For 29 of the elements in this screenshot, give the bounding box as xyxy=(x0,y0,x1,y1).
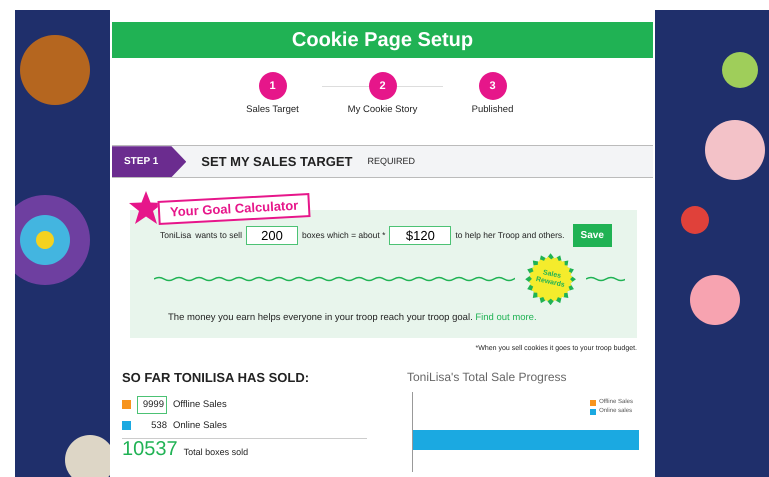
step-number[interactable]: 3 xyxy=(478,72,506,100)
step-number[interactable]: 2 xyxy=(368,72,396,100)
page-title: Cookie Page Setup xyxy=(112,22,653,58)
sales-label: Offline Sales xyxy=(173,398,227,412)
boxes-input[interactable]: 200 xyxy=(246,226,298,246)
calculator-text: to help her Troop and others. xyxy=(455,229,565,242)
step-number[interactable]: 1 xyxy=(258,72,286,100)
save-button[interactable]: Save xyxy=(572,224,612,248)
total-label: Total boxes sold xyxy=(184,446,248,459)
sales-label: Online Sales xyxy=(173,418,227,433)
info-sentence: The money you earn helps everyone in your troop reach your troop goal. Find out more. xyxy=(168,311,538,326)
step-label: My Cookie Story xyxy=(348,103,418,117)
sales-count: 538 xyxy=(150,418,167,433)
sold-heading: SO FAR TONILISA HAS SOLD: xyxy=(122,369,310,387)
step-label: Sales Target xyxy=(246,103,299,117)
user-name: ToniLisa xyxy=(160,229,192,242)
amount-input[interactable]: $120 xyxy=(389,226,452,246)
find-out-more-link[interactable]: Find out more. xyxy=(475,312,537,324)
step-label: Published xyxy=(472,103,514,117)
chart-title: ToniLisa's Total Sale Progress xyxy=(407,369,568,386)
squiggle-line xyxy=(586,275,625,284)
calculator-title: Your Goal Calculator xyxy=(158,192,311,224)
total-count: 10537 xyxy=(122,439,178,459)
calculator-text: boxes which = about * xyxy=(302,229,386,242)
section-title: SET MY SALES TARGET xyxy=(201,153,352,171)
offline-count-field[interactable]: 9999 xyxy=(137,396,167,414)
calculator-text: wants to sell xyxy=(195,229,242,242)
required-label: REQUIRED xyxy=(367,155,415,168)
step-tag: STEP 1 xyxy=(112,146,186,178)
